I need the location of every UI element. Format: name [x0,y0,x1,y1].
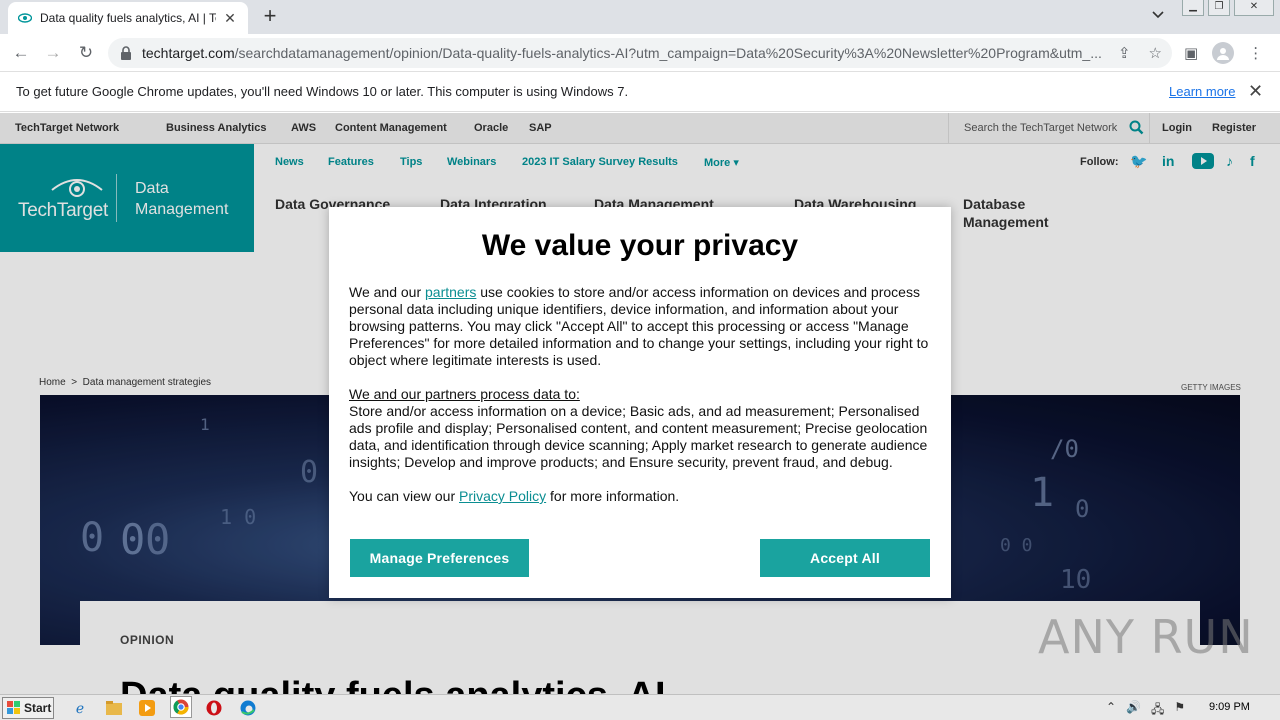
infobar-close-icon[interactable]: ✕ [1248,81,1263,102]
lock-icon [121,46,131,60]
tab-search-chevron-icon[interactable] [1152,8,1164,22]
address-bar[interactable]: techtarget.com/searchdatamanagement/opin… [108,38,1172,68]
partners-link[interactable]: partners [425,284,476,300]
windows-logo-icon [7,701,20,714]
window-controls: ▁ ❐ ✕ [1182,0,1274,16]
tab-strip: Data quality fuels analytics, AI | Tec ✕… [0,0,1280,34]
tab-title: Data quality fuels analytics, AI | Tec [40,11,216,25]
forward-icon[interactable]: → [42,42,64,64]
watermark-text: ANY RUN [1038,610,1254,664]
url-text: techtarget.com/searchdatamanagement/opin… [142,45,1102,61]
taskbar-clock[interactable]: 9:09 PM [1209,701,1250,713]
volume-icon[interactable]: 🔊 [1126,700,1141,720]
purposes-paragraph: We and our partners process data to: Stor… [349,386,928,470]
close-window-icon[interactable]: ✕ [1234,0,1274,16]
chrome-taskbar-icon[interactable] [170,696,192,718]
tab-close-icon[interactable]: ✕ [222,10,238,27]
privacy-policy-link[interactable]: Privacy Policy [459,488,546,504]
edge-icon[interactable] [238,698,258,718]
learn-more-link[interactable]: Learn more [1169,84,1235,99]
minimize-icon[interactable]: ▁ [1182,0,1204,16]
anyrun-watermark: ANY RUN [1038,610,1254,664]
bookmark-star-icon[interactable]: ☆ [1149,44,1162,62]
taskbar: Start ℯ ⌃ 🔊 🖧 ⚑ 9:09 PM [0,694,1280,720]
internet-explorer-icon[interactable]: ℯ [70,698,90,718]
policy-paragraph: You can view our Privacy Policy for more… [349,488,680,504]
techtarget-favicon-icon [18,11,32,25]
privacy-modal: We value your privacy We and our partner… [329,207,951,598]
menu-kebab-icon[interactable]: ⋮ [1248,44,1263,62]
purposes-heading: We and our partners process data to: [349,386,580,402]
opera-icon[interactable] [204,698,224,718]
modal-title: We value your privacy [481,229,799,262]
browser-tab[interactable]: Data quality fuels analytics, AI | Tec ✕ [8,2,248,34]
profile-avatar-icon[interactable] [1212,42,1235,64]
modal-body: We and our partners use cookies to store… [349,284,934,522]
update-infobar: To get future Google Chrome updates, you… [0,72,1280,112]
consent-paragraph: We and our partners use cookies to store… [349,284,929,368]
infobar-message: To get future Google Chrome updates, you… [16,84,629,99]
manage-preferences-button[interactable]: Manage Preferences [350,539,529,577]
action-center-flag-icon[interactable]: ⚑ [1174,700,1185,720]
new-tab-icon[interactable]: + [258,5,282,27]
start-label: Start [24,701,52,715]
back-icon[interactable]: ← [10,42,32,64]
network-icon[interactable]: 🖧 [1151,700,1164,720]
restore-icon[interactable]: ❐ [1208,0,1230,16]
media-player-icon[interactable] [137,698,157,718]
show-hidden-icons-icon[interactable]: ⌃ [1106,700,1116,720]
system-tray: ⌃ 🔊 🖧 ⚑ [1106,700,1185,720]
share-icon[interactable]: ⇪ [1118,44,1131,62]
file-explorer-icon[interactable] [104,698,124,718]
accept-all-button[interactable]: Accept All [760,539,930,577]
side-panel-icon[interactable]: ▣ [1184,44,1198,62]
start-button[interactable]: Start [2,697,54,719]
reload-icon[interactable]: ↻ [75,42,97,64]
browser-toolbar: ← → ↻ techtarget.com/searchdatamanagemen… [0,34,1280,72]
